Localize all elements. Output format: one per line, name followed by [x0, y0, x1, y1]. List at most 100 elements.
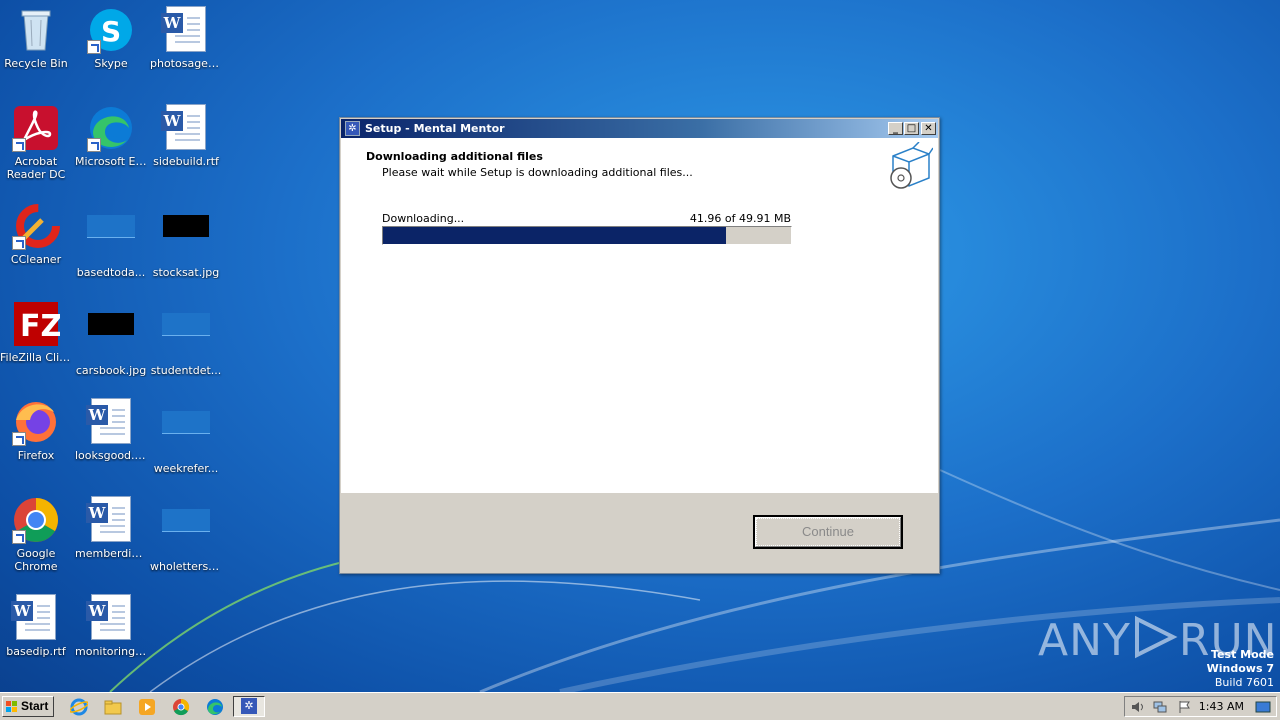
image-file-icon	[162, 411, 210, 459]
network-icon[interactable]	[1153, 700, 1167, 714]
filezilla-icon: FZ	[12, 300, 62, 348]
word-document-icon: W	[11, 594, 60, 642]
svg-text:FZ: FZ	[20, 309, 60, 344]
svg-text:S: S	[101, 15, 121, 48]
desktop-icon-label: carsbook.jpg	[75, 364, 147, 377]
word-document-icon: W	[161, 104, 210, 152]
desktop-icon-label: Skype	[94, 57, 128, 70]
desktop-icon-sidebuild[interactable]: W sidebuild.rtf	[148, 104, 224, 168]
desktop-icon-carsbook[interactable]: carsbook.jpg	[73, 300, 149, 377]
desktop-icon-label: Recycle Bin	[4, 57, 68, 70]
skype-icon: S	[87, 6, 135, 54]
desktop-icon-acrobat[interactable]: Acrobat Reader DC	[0, 104, 74, 181]
desktop-icon-basedtoda[interactable]: basedtoda...	[73, 202, 149, 279]
download-status-label: Downloading...	[382, 212, 465, 225]
progress-fill	[383, 227, 726, 244]
maximize-button[interactable]: □	[904, 122, 919, 135]
firefox-icon	[12, 398, 60, 446]
window-title: Setup - Mental Mentor	[365, 122, 505, 135]
minimize-button[interactable]: _	[888, 122, 903, 135]
setup-window[interactable]: ✲ Setup - Mental Mentor _ □ ✕ Downloadin…	[339, 117, 940, 574]
desktop-icon-label: CCleaner	[10, 253, 62, 266]
page-subheading: Please wait while Setup is downloading a…	[382, 166, 693, 179]
desktop-icon-label: wholetters....	[150, 560, 223, 573]
desktop-icon-edge[interactable]: Microsoft Edge	[73, 104, 149, 168]
acrobat-icon	[12, 104, 60, 152]
desktop-icon-label: stocksat.jpg	[152, 266, 220, 279]
test-mode-notice: Test Mode Windows 7 Build 7601	[1207, 648, 1274, 690]
shortcut-arrow-icon	[12, 530, 26, 544]
image-file-icon	[162, 509, 210, 557]
edge-icon[interactable]	[206, 698, 224, 716]
desktop-icon-label: basedip.rtf	[6, 645, 66, 658]
desktop-icon-basedip[interactable]: W basedip.rtf	[0, 594, 74, 658]
play-logo-icon	[1134, 615, 1178, 659]
shortcut-arrow-icon	[12, 138, 26, 152]
shortcut-arrow-icon	[87, 40, 101, 54]
taskbar: Start ✲ 1:43 AM	[0, 692, 1280, 720]
edge-icon	[87, 104, 135, 152]
close-button[interactable]: ✕	[921, 122, 936, 135]
desktop-icon-photosagen[interactable]: W photosagen...	[148, 6, 224, 70]
word-document-icon: W	[161, 6, 210, 54]
shortcut-arrow-icon	[12, 432, 26, 446]
window-titlebar[interactable]: ✲ Setup - Mental Mentor _ □ ✕	[341, 119, 938, 138]
start-label: Start	[21, 699, 49, 713]
clock[interactable]: 1:43 AM	[1199, 697, 1244, 716]
desktop-icon-label: sidebuild.rtf	[153, 155, 219, 168]
chrome-icon	[12, 496, 60, 544]
download-size-label: 41.96 of 49.91 MB	[689, 212, 791, 225]
ccleaner-icon	[12, 202, 60, 250]
desktop-icon-weekrefer[interactable]: weekrefer...	[148, 398, 224, 475]
desktop-icon-filezilla[interactable]: FZ FileZilla Client	[0, 300, 74, 364]
wizard-page: Downloading additional files Please wait…	[341, 138, 938, 493]
windows-flag-icon	[6, 701, 17, 712]
desktop-icon-chrome[interactable]: Google Chrome	[0, 496, 74, 573]
watermark-brand-left: ANY	[1038, 615, 1131, 666]
show-desktop-icon[interactable]	[1255, 700, 1273, 714]
test-mode-label: Test Mode	[1211, 648, 1274, 661]
file-explorer-icon[interactable]	[104, 698, 122, 716]
media-player-icon[interactable]	[138, 698, 156, 716]
desktop-icon-label: memberdiff...	[75, 547, 149, 560]
desktop-icon-memberdiff[interactable]: W memberdiff...	[73, 496, 149, 560]
desktop-icon-label: basedtoda...	[76, 266, 146, 279]
build-label: Build 7601	[1214, 676, 1274, 689]
desktop-icon-label: studentdet...	[150, 364, 222, 377]
desktop-icon-studentdet[interactable]: studentdet...	[148, 300, 224, 377]
desktop-icon-ccleaner[interactable]: CCleaner	[0, 202, 74, 266]
shortcut-arrow-icon	[12, 236, 26, 250]
desktop-icon-skype[interactable]: S Skype	[73, 6, 149, 70]
desktop-icon-label: Acrobat Reader DC	[6, 155, 66, 181]
desktop-icon-label: photosagen...	[150, 57, 224, 70]
volume-icon[interactable]	[1130, 700, 1144, 714]
taskbar-setup-button[interactable]: ✲	[233, 696, 265, 717]
desktop-icon-label: weekrefer...	[153, 462, 219, 475]
download-progress-bar	[382, 226, 792, 245]
desktop-icon-label: monitorings...	[75, 645, 149, 658]
start-button[interactable]: Start	[2, 696, 54, 717]
word-document-icon: W	[86, 594, 135, 642]
desktop-icon-monitorings[interactable]: W monitorings...	[73, 594, 149, 658]
continue-button[interactable]: Continue	[753, 515, 903, 549]
desktop-icon-firefox[interactable]: Firefox	[0, 398, 74, 462]
action-center-flag-icon[interactable]	[1177, 700, 1191, 714]
setup-app-icon: ✲	[241, 698, 257, 714]
chrome-icon[interactable]	[172, 698, 190, 716]
system-tray: 1:43 AM	[1124, 696, 1277, 717]
desktop-icon-looksgood[interactable]: W looksgood.rtf	[73, 398, 149, 462]
desktop-icon-label: Microsoft Edge	[75, 155, 149, 168]
word-document-icon: W	[86, 398, 135, 446]
shortcut-arrow-icon	[87, 138, 101, 152]
recycle-bin-icon	[12, 6, 60, 54]
internet-explorer-icon[interactable]	[69, 698, 89, 716]
image-file-icon	[87, 313, 135, 361]
word-document-icon: W	[86, 496, 135, 544]
desktop-icon-stocksat[interactable]: stocksat.jpg	[148, 202, 224, 279]
install-box-icon	[890, 142, 933, 189]
desktop-icon-recycle-bin[interactable]: Recycle Bin	[0, 6, 74, 70]
desktop-icon-wholetters[interactable]: wholetters....	[148, 496, 224, 573]
desktop-icon-label: FileZilla Client	[0, 351, 74, 364]
os-label: Windows 7	[1206, 662, 1274, 675]
desktop-icon-label: looksgood.rtf	[75, 449, 148, 462]
